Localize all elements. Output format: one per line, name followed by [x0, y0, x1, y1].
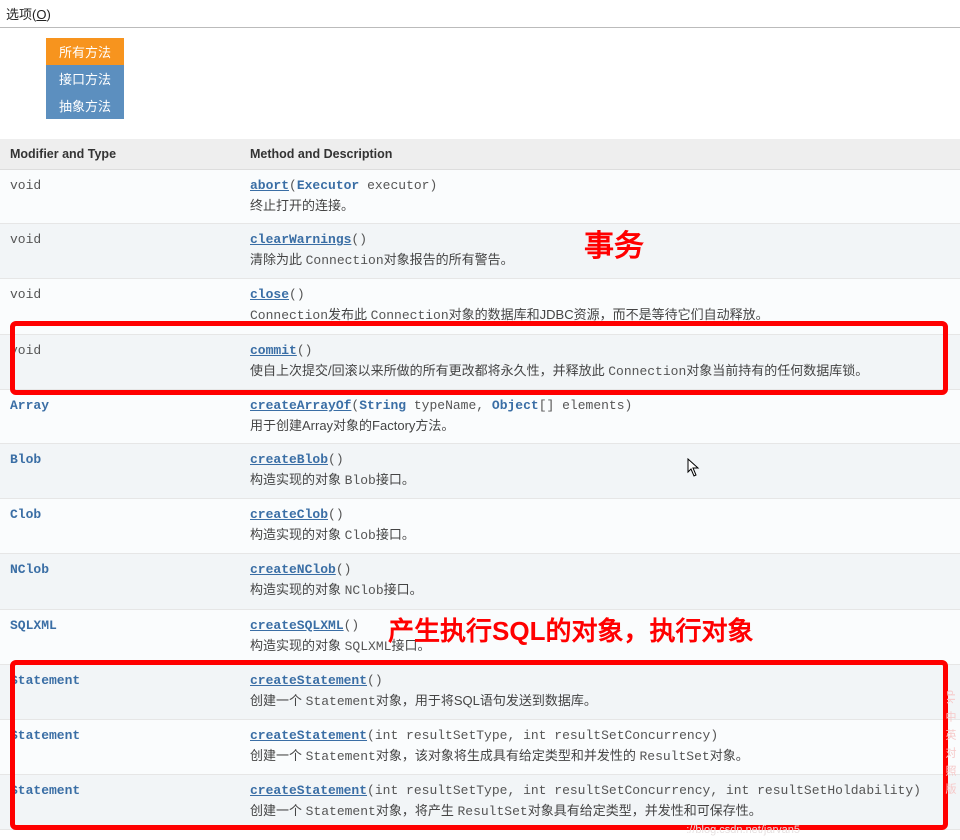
modifier-cell: Statement — [0, 719, 240, 774]
method-cell: createStatement(int resultSetType, int r… — [240, 775, 960, 830]
table-row: Blob createBlob() 构造实现的对象 Blob接口。 — [0, 443, 960, 498]
method-link[interactable]: createStatement — [250, 783, 367, 798]
modifier-cell: void — [0, 279, 240, 334]
method-signature: close() — [250, 287, 950, 302]
method-description: 创建一个 Statement对象，该对象将生成具有给定类型和并发性的 Resul… — [250, 747, 950, 766]
method-link[interactable]: createStatement — [250, 673, 367, 688]
method-cell: createClob() 构造实现的对象 Clob接口。 — [240, 499, 960, 554]
method-cell: commit() 使自上次提交/回滚以来所做的所有更改都将永久性，并释放此 Con… — [240, 334, 960, 389]
method-signature: commit() — [250, 343, 950, 358]
modifier-cell: Statement — [0, 664, 240, 719]
options-mnemonic: O — [36, 7, 46, 22]
modifier-cell: Clob — [0, 499, 240, 554]
method-description: 清除为此 Connection对象报告的所有警告。 — [250, 251, 950, 270]
table-row: void clearWarnings() 清除为此 Connection对象报告的所… — [0, 224, 960, 279]
method-link[interactable]: createArrayOf — [250, 398, 351, 413]
table-row: void abort(Executor executor) 终止打开的连接。 — [0, 170, 960, 224]
method-link[interactable]: createBlob — [250, 452, 328, 467]
modifier-cell: Blob — [0, 443, 240, 498]
table-row: SQLXML createSQLXML() 构造实现的对象 SQLXML接口。 — [0, 609, 960, 664]
table-row: void commit() 使自上次提交/回滚以来所做的所有更改都将永久性，并释放此… — [0, 334, 960, 389]
table-row: Statement createStatement(int resultSetTy… — [0, 719, 960, 774]
method-description: 构造实现的对象 Blob接口。 — [250, 471, 950, 490]
modifier-cell: Statement — [0, 775, 240, 830]
type-link[interactable]: Statement — [10, 783, 80, 798]
method-cell: close() Connection发布此 Connection对象的数据库和JD… — [240, 279, 960, 334]
modifier-cell: void — [0, 170, 240, 224]
method-filter-tabs: 所有方法 接口方法 抽象方法 — [46, 38, 960, 119]
method-description: 构造实现的对象 SQLXML接口。 — [250, 637, 950, 656]
method-description: 终止打开的连接。 — [250, 197, 950, 215]
type-link[interactable]: Array — [10, 398, 49, 413]
table-row: Statement createStatement() 创建一个 Statement… — [0, 664, 960, 719]
tab-interface-methods[interactable]: 接口方法 — [46, 65, 124, 92]
modifier-cell: Array — [0, 389, 240, 443]
modifier-cell: void — [0, 224, 240, 279]
type-link[interactable]: Statement — [10, 673, 80, 688]
col-modifier: Modifier and Type — [0, 139, 240, 170]
method-signature: createStatement(int resultSetType, int r… — [250, 728, 950, 743]
method-link[interactable]: abort — [250, 178, 289, 193]
method-cell: createStatement() 创建一个 Statement对象，用于将SQL… — [240, 664, 960, 719]
method-description: 构造实现的对象 Clob接口。 — [250, 526, 950, 545]
method-description: 使自上次提交/回滚以来所做的所有更改都将永久性，并释放此 Connection对… — [250, 362, 950, 381]
methods-table: Modifier and Type Method and Description… — [0, 139, 960, 830]
method-signature: createClob() — [250, 507, 950, 522]
method-link[interactable]: createNClob — [250, 562, 336, 577]
tab-abstract-methods[interactable]: 抽象方法 — [46, 92, 124, 119]
method-signature: createArrayOf(String typeName, Object[] … — [250, 398, 950, 413]
method-description: Connection发布此 Connection对象的数据库和JDBC资源，而不… — [250, 306, 950, 325]
table-row: void close() Connection发布此 Connection对象的数据… — [0, 279, 960, 334]
method-description: 用于创建Array对象的Factory方法。 — [250, 417, 950, 435]
options-label: 选项( — [6, 7, 36, 22]
method-description: 创建一个 Statement对象，将产生 ResultSet对象具有给定类型，并… — [250, 802, 950, 821]
method-signature: createStatement(int resultSetType, int r… — [250, 783, 950, 798]
method-cell: clearWarnings() 清除为此 Connection对象报告的所有警告。 — [240, 224, 960, 279]
method-description: 创建一个 Statement对象，用于将SQL语句发送到数据库。 — [250, 692, 950, 711]
method-cell: createSQLXML() 构造实现的对象 SQLXML接口。 — [240, 609, 960, 664]
method-cell: abort(Executor executor) 终止打开的连接。 — [240, 170, 960, 224]
type-link[interactable]: Statement — [10, 728, 80, 743]
type-link[interactable]: SQLXML — [10, 618, 57, 633]
method-signature: clearWarnings() — [250, 232, 950, 247]
type-link[interactable]: Blob — [10, 452, 41, 467]
method-link[interactable]: clearWarnings — [250, 232, 351, 247]
modifier-cell: void — [0, 334, 240, 389]
modifier-cell: NClob — [0, 554, 240, 609]
table-row: Statement createStatement(int resultSetTy… — [0, 775, 960, 830]
method-cell: createNClob() 构造实现的对象 NClob接口。 — [240, 554, 960, 609]
method-signature: abort(Executor executor) — [250, 178, 950, 193]
method-cell: createStatement(int resultSetType, int r… — [240, 719, 960, 774]
type-link[interactable]: NClob — [10, 562, 49, 577]
options-menu[interactable]: 选项(O) — [0, 0, 960, 28]
table-row: NClob createNClob() 构造实现的对象 NClob接口。 — [0, 554, 960, 609]
method-link[interactable]: commit — [250, 343, 297, 358]
type-link[interactable]: Clob — [10, 507, 41, 522]
col-method: Method and Description — [240, 139, 960, 170]
table-row: Clob createClob() 构造实现的对象 Clob接口。 — [0, 499, 960, 554]
table-row: Array createArrayOf(String typeName, Obje… — [0, 389, 960, 443]
method-link[interactable]: createSQLXML — [250, 618, 344, 633]
method-link[interactable]: createStatement — [250, 728, 367, 743]
method-signature: createNClob() — [250, 562, 950, 577]
tab-all-methods[interactable]: 所有方法 — [46, 38, 124, 65]
method-description: 构造实现的对象 NClob接口。 — [250, 581, 950, 600]
method-signature: createSQLXML() — [250, 618, 950, 633]
method-signature: createStatement() — [250, 673, 950, 688]
modifier-cell: SQLXML — [0, 609, 240, 664]
method-link[interactable]: close — [250, 287, 289, 302]
method-signature: createBlob() — [250, 452, 950, 467]
method-link[interactable]: createClob — [250, 507, 328, 522]
method-cell: createBlob() 构造实现的对象 Blob接口。 — [240, 443, 960, 498]
method-cell: createArrayOf(String typeName, Object[] … — [240, 389, 960, 443]
